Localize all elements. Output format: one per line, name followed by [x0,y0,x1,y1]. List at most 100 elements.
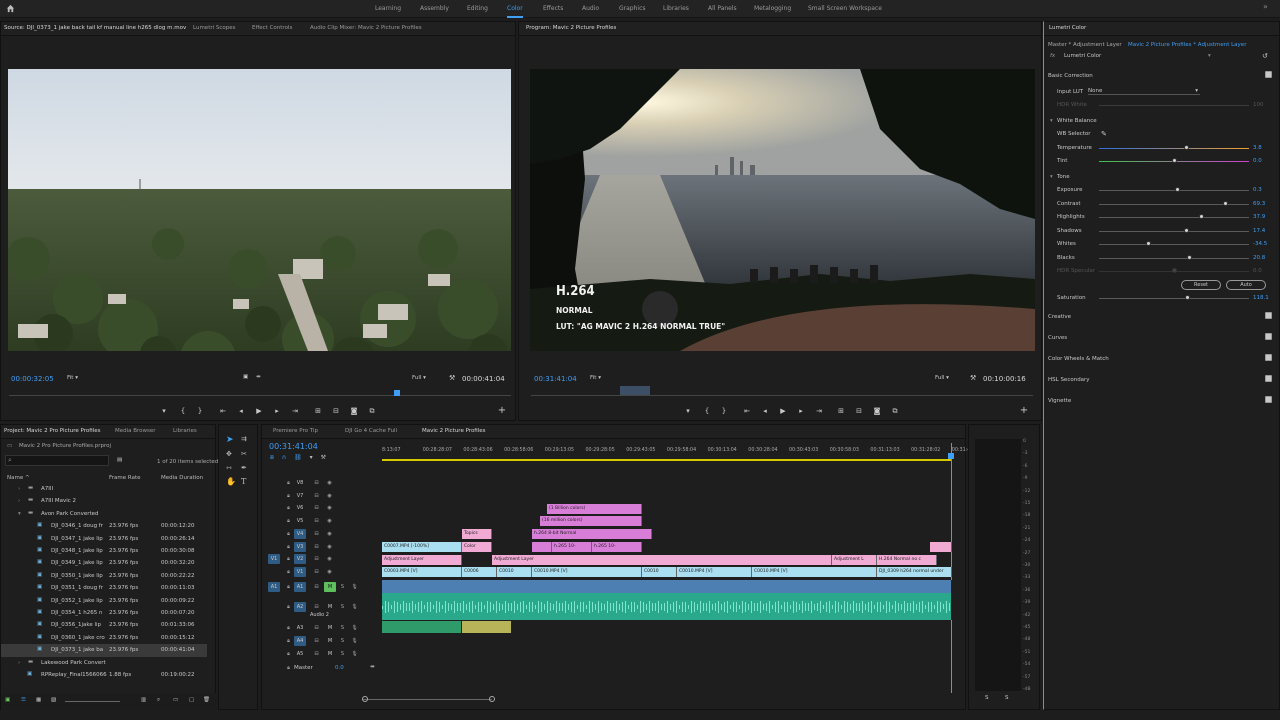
play-icon[interactable]: ▶ [253,407,265,415]
voiceover-icon[interactable]: 🎙︎ [350,625,359,631]
eye-icon[interactable]: ◉ [325,518,334,524]
track-select-tool-icon[interactable]: ⇉ [241,435,247,443]
track-name[interactable]: A2 [294,602,306,612]
input-lut-select[interactable]: None ▾ [1088,88,1200,95]
workspace-assembly[interactable]: Assembly [420,0,449,18]
project-bin-row[interactable]: ▾ ▬ Avon Park Converted [1,508,207,521]
project-bin-row[interactable]: › ▬ A7III Mavic 2 [1,495,207,508]
blacks-value[interactable]: 20.8 [1253,255,1265,261]
reset-effect-icon[interactable]: ↺ [1262,52,1268,60]
timeline-clip[interactable]: h.264 8-bit Normal [532,529,652,540]
video-track-header[interactable]: 🔒︎ V3 ⊟ ◉ [262,541,380,554]
voiceover-icon[interactable]: 🎙︎ [350,584,359,590]
sync-lock-icon[interactable]: ⊟ [312,544,321,550]
project-clip-row[interactable]: ▣ DJI_0360_1 jake cro 23.976 fps 00:00:15:1… [1,632,207,645]
bin-expanded-chevron-icon[interactable]: ▾ [18,511,21,517]
lock-track-icon[interactable]: 🔒︎ [284,651,293,657]
workspace-all-panels[interactable]: All Panels [708,0,737,18]
track-name[interactable]: V7 [294,491,306,501]
program-go-to-in-icon[interactable]: ⇤ [741,407,753,415]
program-video-frame[interactable]: H.264 NORMAL LUT: "AG MAVIC 2 H.264 NORM… [530,69,1035,351]
color-wheels-checkbox[interactable] [1265,354,1272,361]
timeline-clip[interactable]: Adjustment Layer [382,554,462,565]
project-clip-row[interactable]: ▣ DJI_0349_1 jake lip 23.976 fps 00:00:32:2… [1,557,207,570]
col-frame-rate[interactable]: Frame Rate [109,475,141,481]
timeline-clip[interactable]: C0010.MP4 [V] [532,567,642,578]
section-creative[interactable]: Creative [1048,314,1071,320]
source-timecode[interactable]: 00:00:32:05 [11,375,54,383]
program-settings-icon[interactable]: ⚒ [970,374,976,382]
eye-icon[interactable]: ◉ [325,556,334,562]
timeline-zoom-bar[interactable] [362,699,492,700]
contrast-knob[interactable] [1222,201,1228,206]
export-frame-icon[interactable]: ◙ [348,407,360,415]
zoom-slider[interactable] [65,701,120,702]
project-clip-row[interactable]: ▣ DJI_0354_1 h265 n 23.976 fps 00:00:07:20 [1,607,207,620]
sync-lock-icon[interactable]: ⊟ [312,584,321,590]
workspace-learning[interactable]: Learning [375,0,401,18]
sync-lock-icon[interactable]: ⊟ [312,505,321,511]
audio-clip[interactable] [382,580,952,593]
project-clip-row[interactable]: ▣ DJI_0373_1 jake ba 23.976 fps 00:00:41:04 [1,644,207,657]
project-clip-row[interactable]: ▣ DJI_0352_1 jake lip 23.976 fps 00:00:09:2… [1,595,207,608]
video-track-header[interactable]: 🔒︎ V7 ⊟ ◉ [262,490,380,503]
track-name[interactable]: V4 [294,528,306,539]
program-add-marker-icon[interactable]: ▾ [682,407,694,415]
tab-program[interactable]: Program: Mavic 2 Picture Profiles [526,22,616,35]
source-settings-icon[interactable]: ⚒ [449,374,455,382]
timeline-clip[interactable]: C0007.MP4 [-100%] [382,541,462,552]
sync-lock-icon[interactable]: ⊟ [312,556,321,562]
linked-selection-icon[interactable]: ⛓ [294,454,302,461]
timeline-clip[interactable]: DJI_0309 h264 normal under [877,567,952,578]
effect-dropdown-chevron-icon[interactable]: ▾ [1208,53,1211,59]
lumetri-effect-select[interactable]: Lumetri Color [1064,53,1101,59]
section-curves[interactable]: Curves [1048,335,1067,341]
mark-in-icon[interactable]: { [177,407,189,415]
timeline-clip[interactable]: (1 Billion colors) [547,503,642,514]
source-patch-a1[interactable]: A1 [268,581,280,592]
lumetri-sequence-breadcrumb[interactable]: Mavic 2 Picture Profiles * Adjustment La… [1128,42,1246,48]
col-media-duration[interactable]: Media Duration [161,475,203,481]
program-scrub-bar[interactable] [531,395,1033,396]
tab-audio-clip-mixer[interactable]: Audio Clip Mixer: Mavic 2 Picture Profil… [310,22,422,35]
saturation-knob[interactable] [1185,295,1190,300]
type-tool-icon[interactable]: T [241,477,246,486]
workspace-overflow-icon[interactable]: » [1263,2,1268,11]
blacks-knob[interactable] [1186,255,1192,260]
tab-lumetri-color[interactable]: Lumetri Color [1049,22,1086,35]
sync-lock-icon[interactable]: ⊟ [312,651,321,657]
source-resolution-select[interactable]: Full ▾ [412,375,426,381]
temperature-value[interactable]: 3.8 [1253,145,1262,151]
voiceover-icon[interactable]: 🎙︎ [350,651,359,657]
program-timecode[interactable]: 00:31:41:04 [534,375,577,383]
basic-correction-checkbox[interactable] [1265,71,1272,78]
eye-icon[interactable]: ◉ [325,544,334,550]
contrast-value[interactable]: 69.3 [1253,201,1265,207]
section-color-wheels[interactable]: Color Wheels & Match [1048,356,1109,362]
timeline-clip[interactable]: C0010 [642,567,677,578]
timeline-clip[interactable]: Adjustment Layer [492,554,832,565]
source-playhead[interactable] [394,390,400,396]
source-zoom-select[interactable]: Fit ▾ [67,375,78,381]
program-step-forward-icon[interactable]: ▸ [795,407,807,415]
mute-button[interactable]: M [324,581,336,592]
program-work-area[interactable] [620,386,650,395]
solo-button[interactable]: S [338,604,347,610]
solo-button[interactable]: S [338,584,347,590]
track-name[interactable]: V3 [294,541,306,552]
selection-tool-icon[interactable]: ➤ [226,435,234,445]
tab-project[interactable]: Project: Mavic 2 Pro Picture Profiles [4,425,100,438]
add-marker-icon[interactable]: ▾ [158,407,170,415]
workspace-small-screen[interactable]: Small Screen Workspace [808,0,882,18]
timeline-clip[interactable]: C0003.MP4 [V] [382,567,462,578]
program-compare-icon[interactable]: ⧉ [889,407,901,416]
tint-value[interactable]: 0.0 [1253,158,1262,164]
go-to-out-icon[interactable]: ⇥ [289,407,301,415]
button-editor-icon[interactable]: + [496,405,508,416]
eye-icon[interactable]: ◉ [325,505,334,511]
mute-button[interactable]: M [324,602,336,612]
audio-track-header[interactable]: 🔒︎ A5 ⊟ M S 🎙︎ [262,647,380,660]
project-clip-row[interactable]: ▣ RPReplay_Final1566066 1.88 fps 00:19:00:2… [1,669,207,682]
project-clip-row[interactable]: ▣ DJI_0351_1 doug fr 23.976 fps 00:00:11:03 [1,582,207,595]
mark-out-icon[interactable]: } [194,407,206,415]
